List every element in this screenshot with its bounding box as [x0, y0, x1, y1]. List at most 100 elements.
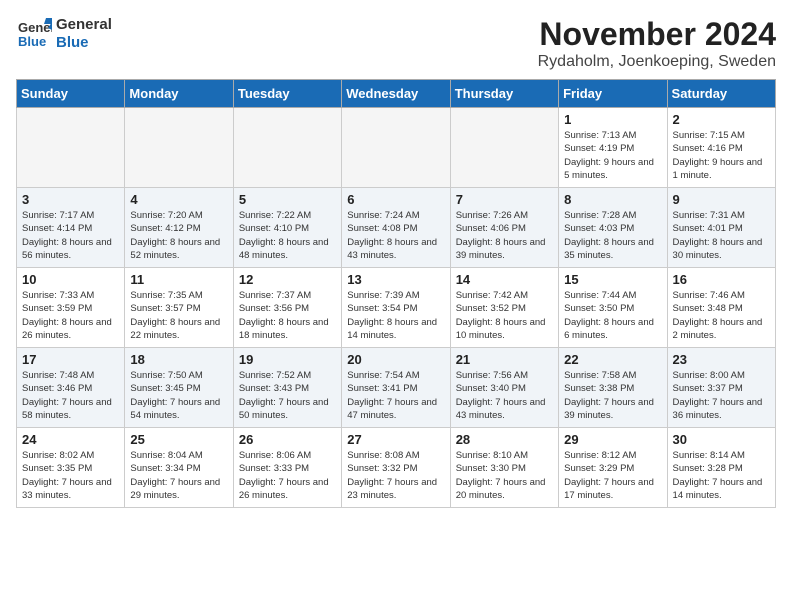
calendar-cell: 8 Sunrise: 7:28 AM Sunset: 4:03 PM Daylig… — [559, 188, 667, 268]
calendar-cell: 23Sunrise: 8:00 AM Sunset: 3:37 PM Dayli… — [667, 348, 775, 428]
header: General Blue General Blue November 2024 … — [16, 16, 776, 71]
day-info: Sunrise: 8:04 AM Sunset: 3:34 PM Dayligh… — [130, 449, 227, 502]
day-number: 18 — [130, 352, 227, 367]
day-info: Sunrise: 8:06 AM Sunset: 3:33 PM Dayligh… — [239, 449, 336, 502]
day-number: 22 — [564, 352, 661, 367]
calendar-cell: 3 Sunrise: 7:17 AM Sunset: 4:14 PM Daylig… — [17, 188, 125, 268]
weekday-header-row: SundayMondayTuesdayWednesdayThursdayFrid… — [17, 80, 776, 108]
day-number: 10 — [22, 272, 119, 287]
day-info: Sunrise: 7:24 AM Sunset: 4:08 PM Dayligh… — [347, 209, 444, 262]
day-info: Sunrise: 7:20 AM Sunset: 4:12 PM Dayligh… — [130, 209, 227, 262]
day-info: Sunrise: 7:33 AM Sunset: 3:59 PM Dayligh… — [22, 289, 119, 342]
logo-general: General — [56, 16, 112, 34]
calendar-cell: 7 Sunrise: 7:26 AM Sunset: 4:06 PM Daylig… — [450, 188, 558, 268]
day-number: 27 — [347, 432, 444, 447]
week-row-2: 3 Sunrise: 7:17 AM Sunset: 4:14 PM Daylig… — [17, 188, 776, 268]
calendar-cell: 25 Sunrise: 8:04 AM Sunset: 3:34 PM Dayli… — [125, 428, 233, 508]
day-info: Sunrise: 7:50 AM Sunset: 3:45 PM Dayligh… — [130, 369, 227, 422]
calendar-cell: 2Sunrise: 7:15 AM Sunset: 4:16 PM Daylig… — [667, 108, 775, 188]
day-number: 16 — [673, 272, 770, 287]
calendar-cell: 30 Sunrise: 8:14 AM Sunset: 3:28 PM Dayli… — [667, 428, 775, 508]
svg-text:Blue: Blue — [18, 34, 46, 49]
day-info: Sunrise: 7:46 AM Sunset: 3:48 PM Dayligh… — [673, 289, 770, 342]
day-info: Sunrise: 7:35 AM Sunset: 3:57 PM Dayligh… — [130, 289, 227, 342]
day-info: Sunrise: 7:22 AM Sunset: 4:10 PM Dayligh… — [239, 209, 336, 262]
day-info: Sunrise: 7:42 AM Sunset: 3:52 PM Dayligh… — [456, 289, 553, 342]
logo: General Blue General Blue — [16, 16, 112, 52]
calendar-cell: 16 Sunrise: 7:46 AM Sunset: 3:48 PM Dayli… — [667, 268, 775, 348]
week-row-5: 24 Sunrise: 8:02 AM Sunset: 3:35 PM Dayli… — [17, 428, 776, 508]
weekday-header-friday: Friday — [559, 80, 667, 108]
day-number: 17 — [22, 352, 119, 367]
title-area: November 2024 Rydaholm, Joenkoeping, Swe… — [538, 16, 776, 71]
weekday-header-thursday: Thursday — [450, 80, 558, 108]
day-number: 12 — [239, 272, 336, 287]
day-info: Sunrise: 7:28 AM Sunset: 4:03 PM Dayligh… — [564, 209, 661, 262]
week-row-4: 17 Sunrise: 7:48 AM Sunset: 3:46 PM Dayli… — [17, 348, 776, 428]
day-info: Sunrise: 7:48 AM Sunset: 3:46 PM Dayligh… — [22, 369, 119, 422]
day-number: 23 — [673, 352, 770, 367]
day-number: 25 — [130, 432, 227, 447]
day-info: Sunrise: 7:26 AM Sunset: 4:06 PM Dayligh… — [456, 209, 553, 262]
calendar-cell: 10 Sunrise: 7:33 AM Sunset: 3:59 PM Dayli… — [17, 268, 125, 348]
day-info: Sunrise: 8:02 AM Sunset: 3:35 PM Dayligh… — [22, 449, 119, 502]
day-number: 29 — [564, 432, 661, 447]
calendar-cell: 12Sunrise: 7:37 AM Sunset: 3:56 PM Dayli… — [233, 268, 341, 348]
day-info: Sunrise: 8:14 AM Sunset: 3:28 PM Dayligh… — [673, 449, 770, 502]
day-number: 8 — [564, 192, 661, 207]
calendar-cell: 18 Sunrise: 7:50 AM Sunset: 3:45 PM Dayli… — [125, 348, 233, 428]
day-number: 3 — [22, 192, 119, 207]
calendar-cell: 6 Sunrise: 7:24 AM Sunset: 4:08 PM Daylig… — [342, 188, 450, 268]
day-info: Sunrise: 7:44 AM Sunset: 3:50 PM Dayligh… — [564, 289, 661, 342]
location-title: Rydaholm, Joenkoeping, Sweden — [538, 53, 776, 71]
day-info: Sunrise: 7:15 AM Sunset: 4:16 PM Dayligh… — [673, 129, 770, 182]
week-row-1: 1 Sunrise: 7:13 AM Sunset: 4:19 PM Daylig… — [17, 108, 776, 188]
weekday-header-monday: Monday — [125, 80, 233, 108]
calendar-cell: 24 Sunrise: 8:02 AM Sunset: 3:35 PM Dayli… — [17, 428, 125, 508]
day-number: 4 — [130, 192, 227, 207]
day-number: 15 — [564, 272, 661, 287]
day-info: Sunrise: 7:13 AM Sunset: 4:19 PM Dayligh… — [564, 129, 661, 182]
calendar-cell: 5 Sunrise: 7:22 AM Sunset: 4:10 PM Daylig… — [233, 188, 341, 268]
day-info: Sunrise: 7:31 AM Sunset: 4:01 PM Dayligh… — [673, 209, 770, 262]
calendar-cell: 9 Sunrise: 7:31 AM Sunset: 4:01 PM Daylig… — [667, 188, 775, 268]
day-info: Sunrise: 8:10 AM Sunset: 3:30 PM Dayligh… — [456, 449, 553, 502]
day-number: 28 — [456, 432, 553, 447]
calendar-cell: 4 Sunrise: 7:20 AM Sunset: 4:12 PM Daylig… — [125, 188, 233, 268]
calendar-cell — [233, 108, 341, 188]
calendar-cell — [125, 108, 233, 188]
day-number: 24 — [22, 432, 119, 447]
day-info: Sunrise: 7:54 AM Sunset: 3:41 PM Dayligh… — [347, 369, 444, 422]
weekday-header-wednesday: Wednesday — [342, 80, 450, 108]
day-number: 1 — [564, 112, 661, 127]
day-number: 26 — [239, 432, 336, 447]
calendar-cell: 1 Sunrise: 7:13 AM Sunset: 4:19 PM Daylig… — [559, 108, 667, 188]
calendar-cell — [342, 108, 450, 188]
day-number: 6 — [347, 192, 444, 207]
calendar-table: SundayMondayTuesdayWednesdayThursdayFrid… — [16, 79, 776, 508]
day-number: 20 — [347, 352, 444, 367]
calendar-cell: 19 Sunrise: 7:52 AM Sunset: 3:43 PM Dayli… — [233, 348, 341, 428]
calendar-cell: 27Sunrise: 8:08 AM Sunset: 3:32 PM Dayli… — [342, 428, 450, 508]
month-title: November 2024 — [538, 16, 776, 53]
logo-icon: General Blue — [16, 16, 52, 52]
day-number: 5 — [239, 192, 336, 207]
day-info: Sunrise: 7:56 AM Sunset: 3:40 PM Dayligh… — [456, 369, 553, 422]
calendar-cell: 21Sunrise: 7:56 AM Sunset: 3:40 PM Dayli… — [450, 348, 558, 428]
day-info: Sunrise: 7:17 AM Sunset: 4:14 PM Dayligh… — [22, 209, 119, 262]
day-info: Sunrise: 7:52 AM Sunset: 3:43 PM Dayligh… — [239, 369, 336, 422]
weekday-header-tuesday: Tuesday — [233, 80, 341, 108]
calendar-cell: 22 Sunrise: 7:58 AM Sunset: 3:38 PM Dayli… — [559, 348, 667, 428]
calendar-cell: 14Sunrise: 7:42 AM Sunset: 3:52 PM Dayli… — [450, 268, 558, 348]
day-number: 30 — [673, 432, 770, 447]
day-number: 7 — [456, 192, 553, 207]
calendar-cell — [17, 108, 125, 188]
calendar-cell: 15 Sunrise: 7:44 AM Sunset: 3:50 PM Dayli… — [559, 268, 667, 348]
day-number: 19 — [239, 352, 336, 367]
day-info: Sunrise: 8:12 AM Sunset: 3:29 PM Dayligh… — [564, 449, 661, 502]
calendar-cell — [450, 108, 558, 188]
week-row-3: 10 Sunrise: 7:33 AM Sunset: 3:59 PM Dayli… — [17, 268, 776, 348]
day-number: 9 — [673, 192, 770, 207]
weekday-header-saturday: Saturday — [667, 80, 775, 108]
day-info: Sunrise: 7:58 AM Sunset: 3:38 PM Dayligh… — [564, 369, 661, 422]
